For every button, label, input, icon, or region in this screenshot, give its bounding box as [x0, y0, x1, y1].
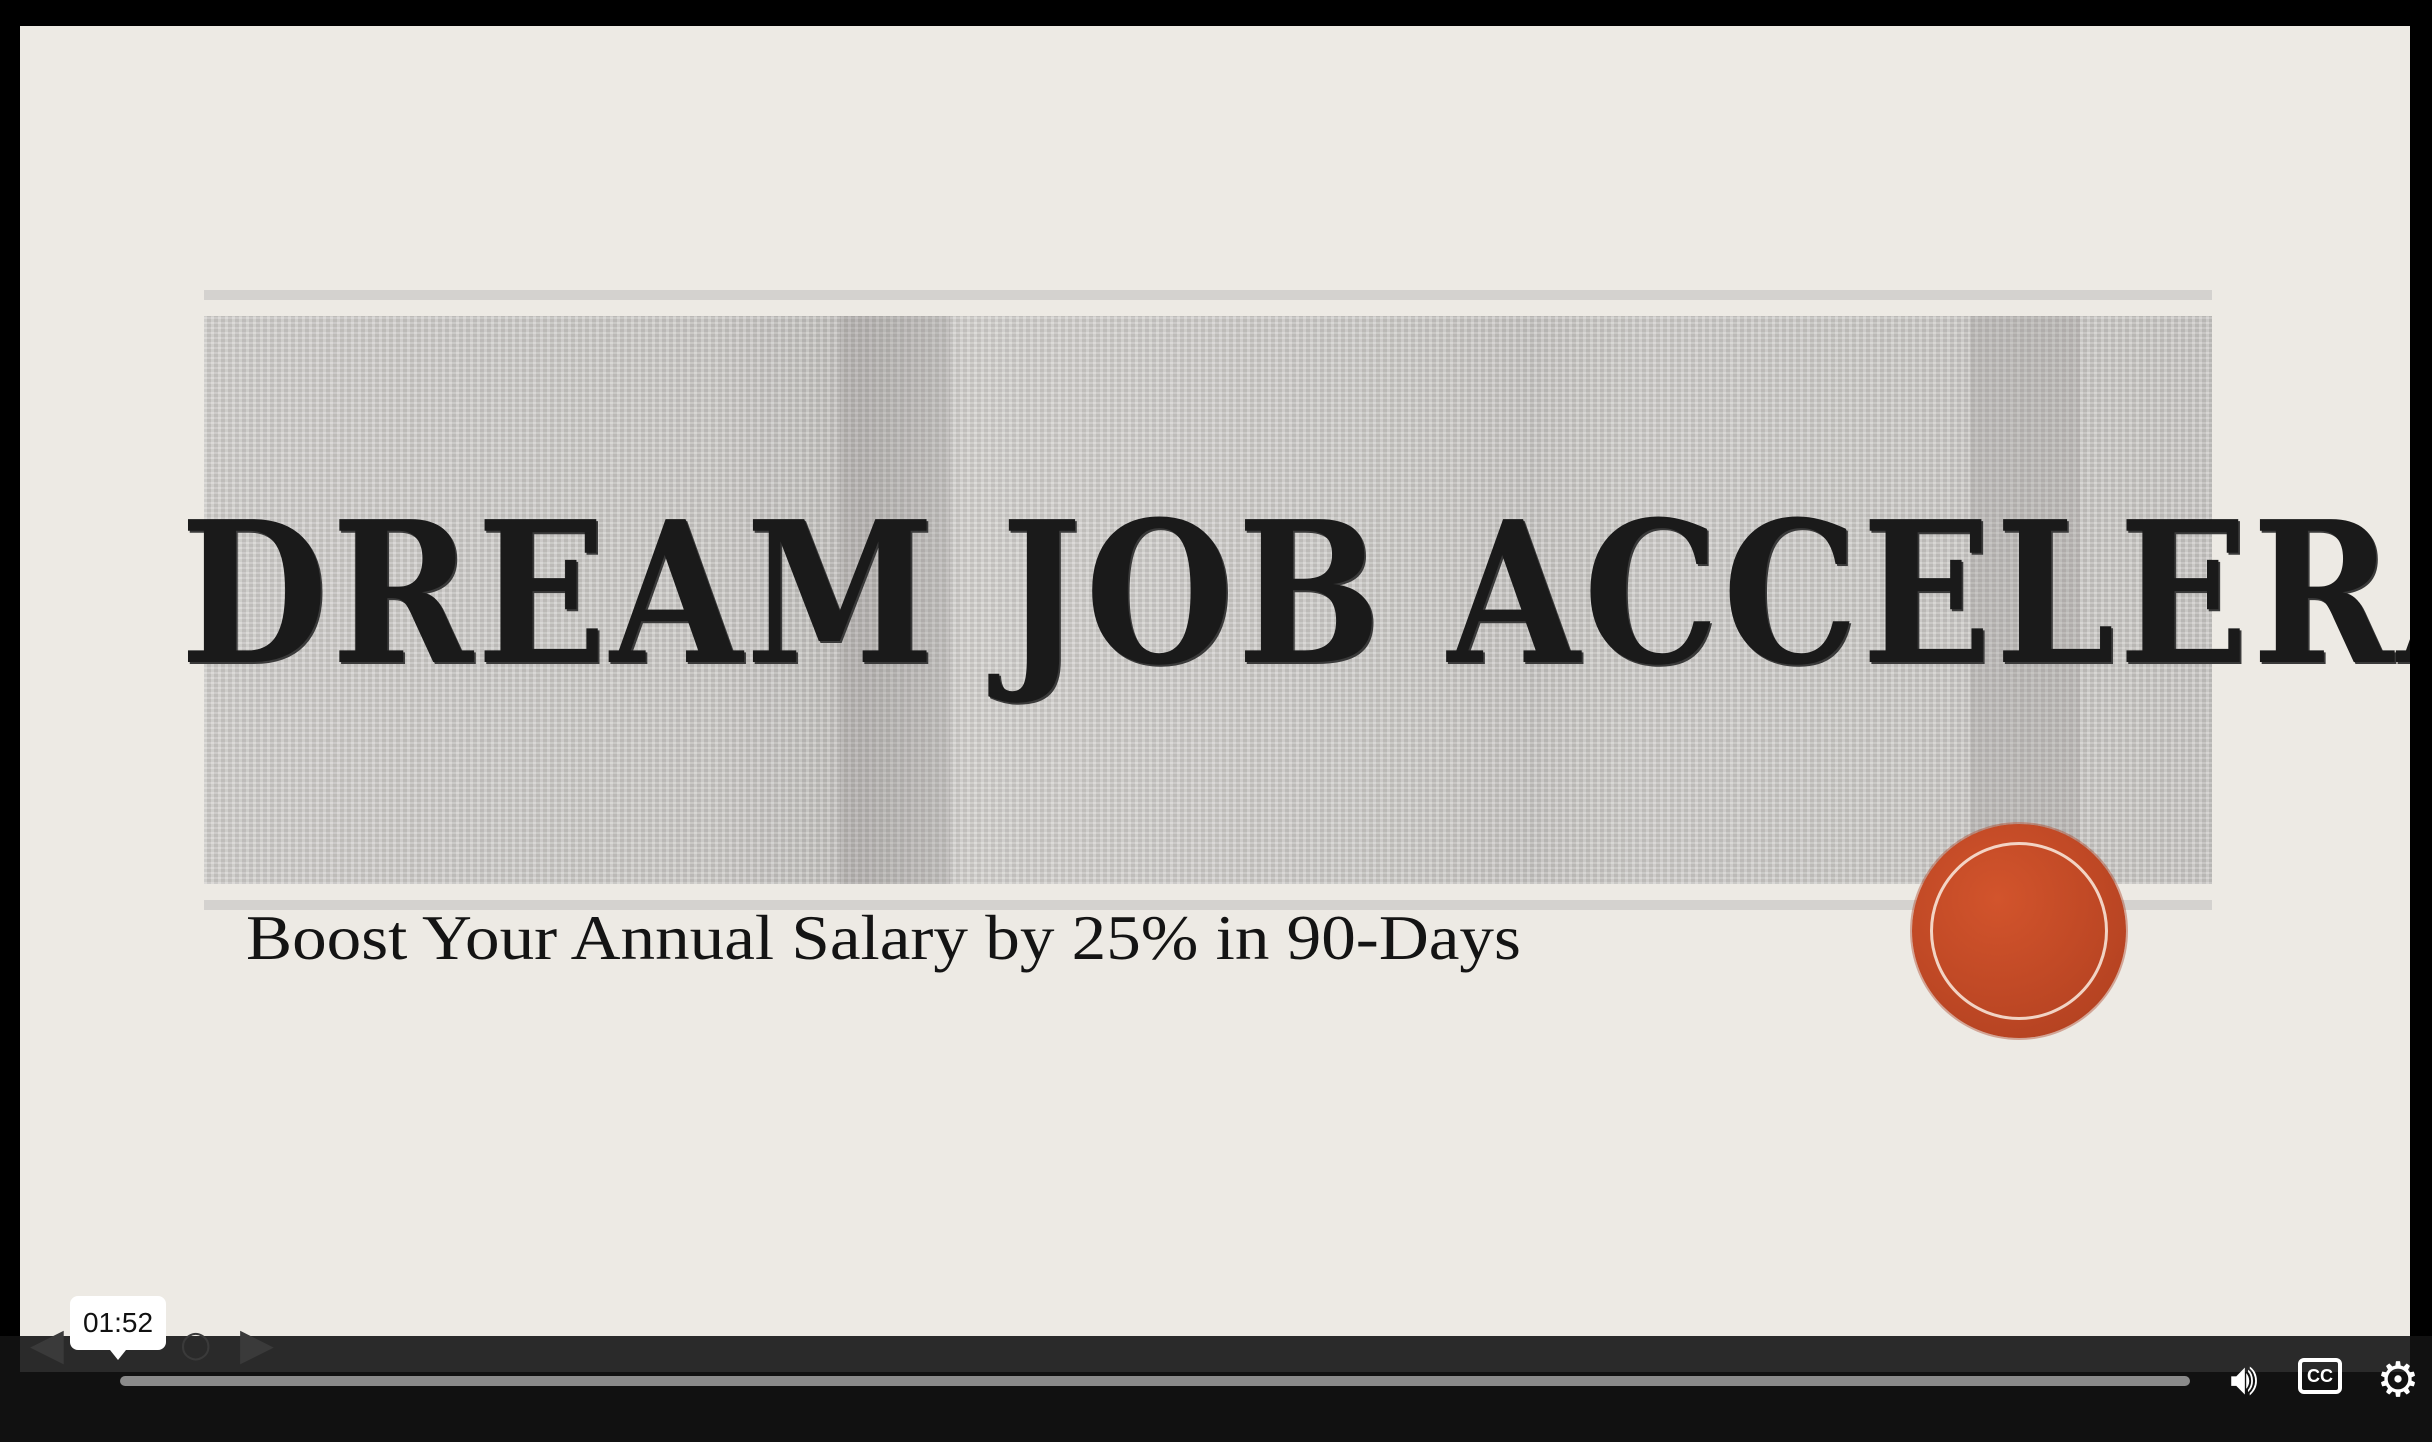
- seal-ring: [1930, 842, 2108, 1020]
- gear-icon[interactable]: ⚙: [2370, 1352, 2426, 1408]
- closed-captions-icon[interactable]: CC: [2298, 1358, 2342, 1394]
- previous-slide-icon[interactable]: ◀: [30, 1320, 64, 1370]
- next-slide-icon[interactable]: ▶: [240, 1320, 274, 1370]
- slide-title: DREAM JOB ACCELERATOR: [180, 479, 2410, 709]
- slide-canvas: DREAM JOB ACCELERATOR Boost Your Annual …: [20, 26, 2410, 1336]
- video-player[interactable]: DREAM JOB ACCELERATOR Boost Your Annual …: [0, 0, 2432, 1442]
- volume-icon[interactable]: 🔊︎: [2216, 1352, 2272, 1408]
- slide-dot-icon[interactable]: ○: [180, 1320, 211, 1370]
- slide-subtitle: Boost Your Annual Salary by 25% in 90-Da…: [246, 902, 1521, 973]
- decorative-seal: [1912, 824, 2126, 1038]
- slide-nav-strip: [20, 1336, 2410, 1372]
- progress-bar[interactable]: [120, 1376, 2190, 1386]
- timestamp-tooltip: 01:52: [70, 1296, 166, 1360]
